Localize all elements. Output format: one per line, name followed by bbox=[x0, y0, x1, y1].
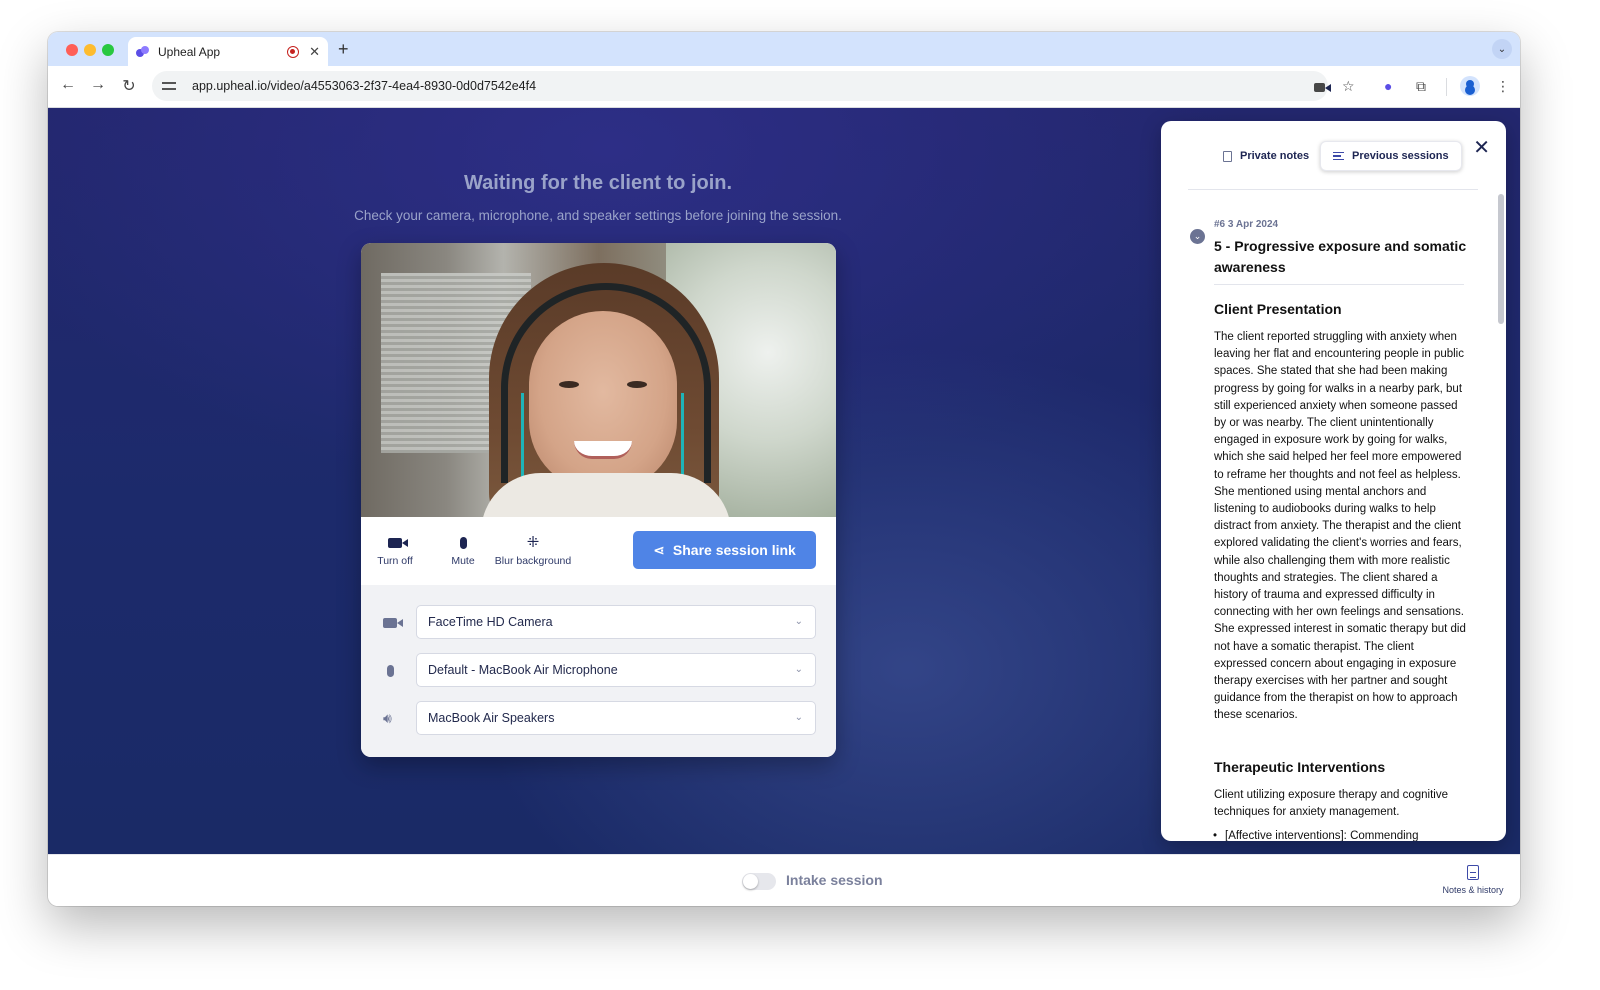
star-icon[interactable]: ☆ bbox=[1342, 78, 1355, 95]
video-camera-icon[interactable] bbox=[1314, 78, 1331, 94]
tab-private-notes-label: Private notes bbox=[1240, 150, 1310, 162]
camera-select-value: FaceTime HD Camera bbox=[428, 615, 553, 629]
speaker-select[interactable]: MacBook Air Speakers ⌄ bbox=[416, 701, 816, 735]
url-text: app.upheal.io/video/a4553063-2f37-4ea4-8… bbox=[192, 79, 537, 93]
reload-button[interactable]: ↻ bbox=[119, 76, 139, 96]
puzzle-extension-icon[interactable]: ⧉ bbox=[1416, 78, 1426, 95]
recording-indicator-icon bbox=[287, 45, 300, 58]
close-panel-icon[interactable]: ✕ bbox=[1473, 135, 1490, 160]
microphone-select-value: Default - MacBook Air Microphone bbox=[428, 663, 618, 677]
bottom-bar: Intake session Notes & history bbox=[48, 854, 1520, 906]
preview-card: Turn off Mute ⁜ Blur background ⋖ Share … bbox=[361, 243, 836, 757]
session-title: 5 - Progressive exposure and somatic awa… bbox=[1214, 238, 1467, 275]
camera-toggle-button[interactable]: Turn off bbox=[377, 533, 413, 567]
video-lobby: Waiting for the client to join. Check yo… bbox=[48, 108, 1520, 854]
browser-toolbar: ← → ↻ app.upheal.io/video/a4553063-2f37-… bbox=[48, 66, 1520, 108]
microphone-icon bbox=[447, 533, 479, 553]
panel-tabs: Private notes Previous sessions ✕ bbox=[1161, 121, 1506, 189]
intake-session-toggle[interactable] bbox=[742, 873, 776, 890]
chevron-down-icon: ⌄ bbox=[794, 712, 803, 723]
share-session-link-button[interactable]: ⋖ Share session link bbox=[633, 531, 816, 569]
tab-strip: Upheal App ✕ + ⌄ bbox=[48, 32, 1520, 66]
headphones bbox=[501, 283, 711, 483]
session-meta: #6 3 Apr 2024 bbox=[1214, 219, 1279, 230]
tab-search-button[interactable]: ⌄ bbox=[1492, 39, 1512, 59]
blur-label: Blur background bbox=[494, 555, 572, 567]
panel-divider bbox=[1188, 189, 1478, 190]
list-item: [Affective interventions]: Commending bbox=[1213, 828, 1465, 841]
kebab-menu-icon[interactable]: ⋮ bbox=[1496, 78, 1510, 95]
tab-private-notes[interactable]: Private notes bbox=[1211, 141, 1321, 171]
profile-icon[interactable] bbox=[1460, 76, 1480, 96]
blur-background-button[interactable]: ⁜ Blur background bbox=[493, 533, 573, 567]
microphone-select[interactable]: Default - MacBook Air Microphone ⌄ bbox=[416, 653, 816, 687]
person-shirt bbox=[481, 473, 731, 517]
minimize-window-button[interactable] bbox=[84, 44, 96, 56]
tab-previous-sessions[interactable]: Previous sessions bbox=[1320, 141, 1462, 171]
video-camera-icon bbox=[377, 533, 413, 553]
speaker-icon: 🔊︎ bbox=[383, 710, 392, 726]
section-body: Client utilizing exposure therapy and co… bbox=[1214, 789, 1448, 819]
mute-button[interactable]: Mute bbox=[447, 533, 479, 567]
section-title: Therapeutic Interventions bbox=[1214, 759, 1386, 775]
chevron-down-icon: ⌄ bbox=[794, 616, 803, 627]
share-icon: ⋖ bbox=[653, 541, 665, 558]
camera-row: FaceTime HD Camera ⌄ bbox=[361, 605, 836, 639]
document-icon bbox=[1223, 150, 1232, 162]
address-bar[interactable]: app.upheal.io/video/a4553063-2f37-4ea4-8… bbox=[152, 71, 1328, 101]
microphone-row: Default - MacBook Air Microphone ⌄ bbox=[361, 653, 836, 687]
scrollbar[interactable] bbox=[1498, 194, 1504, 324]
session-divider bbox=[1214, 284, 1464, 285]
upheal-extension-icon[interactable]: ● bbox=[1384, 78, 1392, 94]
section-body: The client reported struggling with anxi… bbox=[1214, 331, 1466, 722]
waiting-title: Waiting for the client to join. bbox=[463, 172, 733, 194]
speaker-row: 🔊︎ MacBook Air Speakers ⌄ bbox=[361, 701, 836, 735]
notes-history-button[interactable]: Notes & history bbox=[1438, 865, 1508, 895]
camera-select[interactable]: FaceTime HD Camera ⌄ bbox=[416, 605, 816, 639]
tab-close-icon[interactable]: ✕ bbox=[309, 44, 320, 60]
session-header: #6 3 Apr 2024 5 - Progressive exposure a… bbox=[1214, 219, 1474, 278]
toolbar-divider bbox=[1446, 78, 1447, 96]
list-icon bbox=[1333, 152, 1344, 160]
blur-icon: ⁜ bbox=[526, 534, 540, 551]
media-controls: Turn off Mute ⁜ Blur background ⋖ Share … bbox=[361, 517, 836, 585]
mute-label: Mute bbox=[451, 555, 475, 567]
tab-title: Upheal App bbox=[158, 44, 221, 59]
chevron-down-icon[interactable]: ⌄ bbox=[1190, 229, 1205, 244]
browser-window: Upheal App ✕ + ⌄ ← → ↻ app.upheal.io/vid… bbox=[48, 32, 1520, 906]
site-settings-icon[interactable] bbox=[162, 80, 178, 92]
upheal-logo-icon bbox=[136, 45, 150, 59]
microphone-icon bbox=[387, 662, 394, 678]
tab-previous-sessions-label: Previous sessions bbox=[1352, 150, 1449, 162]
device-settings: FaceTime HD Camera ⌄ Default - MacBook A… bbox=[361, 585, 836, 757]
back-button[interactable]: ← bbox=[58, 76, 78, 94]
share-label: Share session link bbox=[672, 542, 796, 558]
maximize-window-button[interactable] bbox=[102, 44, 114, 56]
camera-toggle-label: Turn off bbox=[377, 555, 413, 567]
sessions-list[interactable]: ⌄ #6 3 Apr 2024 5 - Progressive exposure… bbox=[1161, 191, 1506, 841]
new-tab-button[interactable]: + bbox=[338, 39, 349, 60]
forward-button[interactable]: → bbox=[88, 76, 108, 94]
camera-preview bbox=[361, 243, 836, 517]
notes-panel: Private notes Previous sessions ✕ ⌄ #6 3… bbox=[1161, 121, 1506, 841]
document-icon bbox=[1467, 865, 1479, 880]
waiting-subtitle: Check your camera, microphone, and speak… bbox=[354, 208, 842, 223]
speaker-select-value: MacBook Air Speakers bbox=[428, 711, 555, 725]
chevron-down-icon: ⌄ bbox=[794, 664, 803, 675]
close-window-button[interactable] bbox=[66, 44, 78, 56]
video-camera-icon bbox=[383, 614, 403, 630]
intake-session-label: Intake session bbox=[786, 872, 883, 888]
section-title: Client Presentation bbox=[1214, 301, 1342, 317]
browser-tab[interactable]: Upheal App ✕ bbox=[128, 37, 328, 66]
notes-history-label: Notes & history bbox=[1442, 885, 1504, 895]
